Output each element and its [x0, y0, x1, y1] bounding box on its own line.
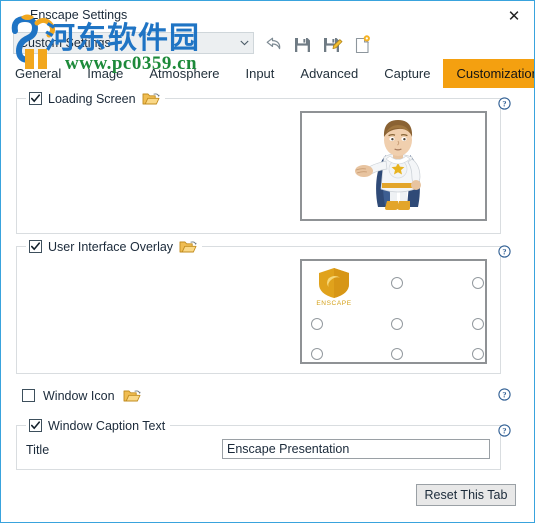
ui-overlay-legend: User Interface Overlay [26, 238, 203, 255]
window-caption-text-group: Window Caption Text Title [16, 417, 501, 470]
window-icon-checkbox[interactable] [22, 389, 35, 402]
window-title: Enscape Settings [30, 8, 128, 22]
preset-combobox[interactable]: Custom Settings [13, 32, 254, 54]
close-icon[interactable]: ✕ [495, 2, 533, 30]
ui-overlay-label: User Interface Overlay [48, 239, 174, 254]
title-input[interactable] [222, 439, 490, 459]
new-preset-icon[interactable] [350, 33, 374, 57]
window-caption-text-legend: Window Caption Text [26, 417, 171, 434]
window-icon-row: Window Icon [22, 388, 141, 403]
tab-advanced[interactable]: Advanced [287, 59, 371, 88]
window-icon-label: Window Icon [43, 388, 115, 403]
svg-text:?: ? [502, 427, 506, 436]
reset-this-tab-button[interactable]: Reset This Tab [416, 484, 516, 506]
overlay-position-bottom-center[interactable] [391, 348, 403, 360]
tab-bar: General Image Atmosphere Input Advanced … [2, 59, 534, 88]
ui-overlay-help-icon[interactable]: ? [498, 245, 511, 258]
ui-overlay-group: User Interface Overlay ENSCAPE [16, 238, 501, 374]
ui-overlay-folder-open-icon[interactable] [179, 239, 197, 254]
loading-screen-preview[interactable] [300, 111, 487, 221]
tab-customization[interactable]: Customization [443, 59, 534, 88]
ui-overlay-position-grid: ENSCAPE [300, 259, 487, 364]
loading-screen-legend: Loading Screen [26, 90, 165, 107]
svg-text:?: ? [502, 391, 506, 400]
tab-image[interactable]: Image [74, 59, 136, 88]
tab-atmosphere[interactable]: Atmosphere [136, 59, 232, 88]
overlay-position-bottom-right[interactable] [472, 348, 484, 360]
title-field-label: Title [26, 443, 50, 457]
overlay-position-middle-center[interactable] [391, 318, 403, 330]
overlay-position-top-left[interactable]: ENSCAPE [310, 267, 358, 311]
overlay-position-top-center[interactable] [391, 277, 403, 289]
save-icon[interactable] [290, 33, 314, 57]
overlay-position-middle-right[interactable] [472, 318, 484, 330]
ui-overlay-checkbox[interactable] [29, 240, 42, 253]
preset-combobox-value: Custom Settings [19, 36, 111, 50]
window-icon-folder-open-icon[interactable] [123, 388, 141, 403]
enscape-settings-window: Enscape Settings ✕ Custom Settings Gener… [0, 0, 535, 523]
loading-screen-help-icon[interactable]: ? [498, 97, 511, 110]
window-icon-help-icon[interactable]: ? [498, 388, 511, 401]
overlay-position-top-right[interactable] [472, 277, 484, 289]
save-as-icon[interactable] [320, 33, 344, 57]
window-caption-text-help-icon[interactable]: ? [498, 424, 511, 437]
customization-panel: Loading Screen ? User Interface Overlay … [2, 88, 534, 522]
tab-general[interactable]: General [2, 59, 74, 88]
overlay-position-middle-left[interactable] [311, 318, 323, 330]
title-bar: Enscape Settings ✕ [2, 2, 534, 32]
superhero-character-image [355, 120, 421, 210]
tab-input[interactable]: Input [232, 59, 287, 88]
loading-screen-folder-open-icon[interactable] [142, 91, 160, 106]
toolbar: Custom Settings [2, 30, 534, 59]
window-caption-text-label: Window Caption Text [48, 418, 166, 433]
enscape-wordmark: ENSCAPE [316, 300, 352, 307]
overlay-position-bottom-left[interactable] [311, 348, 323, 360]
tab-capture[interactable]: Capture [371, 59, 443, 88]
toolbar-buttons [260, 30, 374, 59]
loading-screen-label: Loading Screen [48, 91, 136, 106]
svg-text:?: ? [502, 248, 506, 257]
chevron-down-icon [235, 39, 253, 48]
loading-screen-checkbox[interactable] [29, 92, 42, 105]
loading-screen-group: Loading Screen [16, 90, 501, 234]
enscape-shield-icon [319, 268, 349, 298]
undo-icon[interactable] [260, 33, 284, 57]
svg-text:?: ? [502, 100, 506, 109]
window-caption-text-checkbox[interactable] [29, 419, 42, 432]
